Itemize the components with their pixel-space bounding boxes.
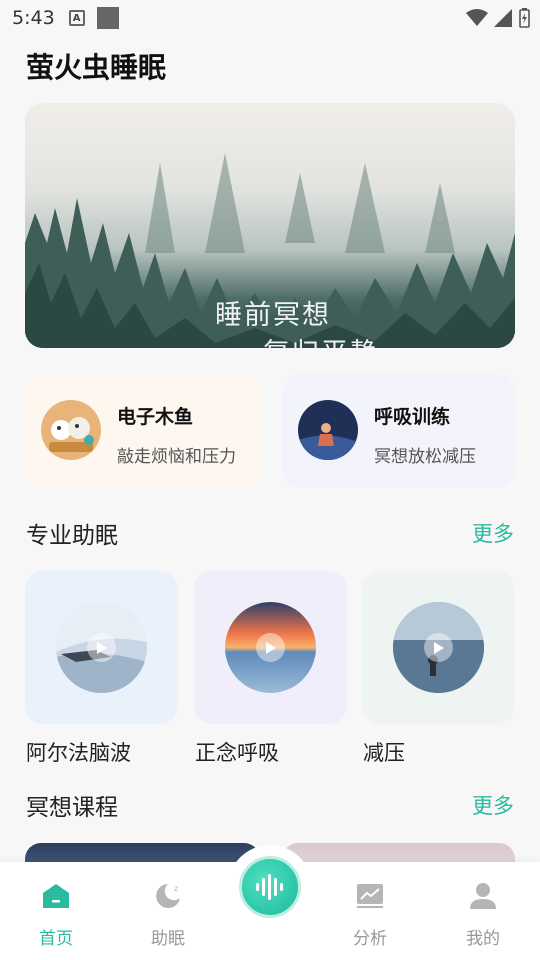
sleep-card-decompress[interactable] — [362, 571, 515, 724]
page-title: 萤火虫睡眠 — [26, 51, 167, 84]
moon-icon: z — [156, 884, 180, 908]
sleep-card-label: 阿尔法脑波 — [26, 741, 131, 765]
wooden-fish-image — [41, 400, 101, 460]
feature-subtitle: 敲走烦恼和压力 — [117, 447, 236, 467]
user-icon — [470, 883, 496, 909]
tab-sleep[interactable]: z 助眠 — [123, 862, 213, 960]
home-icon — [43, 884, 69, 908]
sound-wave-icon — [256, 874, 283, 900]
svg-text:z: z — [174, 884, 178, 893]
feature-card-wooden-fish[interactable]: 电子木鱼 敲走烦恼和压力 — [25, 374, 260, 488]
more-link-sleep[interactable]: 更多 — [472, 518, 514, 548]
feature-subtitle: 冥想放松减压 — [374, 447, 476, 467]
tab-label: 分析 — [353, 929, 387, 949]
sleep-card-label: 减压 — [363, 741, 405, 765]
cellular-signal-icon — [494, 9, 512, 27]
battery-icon — [519, 8, 530, 28]
wooden-fish-avatar — [41, 400, 101, 460]
more-link-course[interactable]: 更多 — [472, 790, 514, 820]
tab-mine[interactable]: 我的 — [438, 862, 528, 960]
notification-square-icon — [96, 7, 119, 29]
play-icon[interactable] — [87, 633, 116, 662]
center-play-button[interactable] — [228, 845, 312, 929]
sleep-card-label: 正念呼吸 — [195, 741, 279, 765]
tab-label: 助眠 — [151, 929, 185, 949]
banner-title-line1: 睡前冥想 — [215, 300, 331, 331]
center-button-inner — [239, 856, 301, 918]
status-bar: 5:43 A — [0, 0, 540, 36]
section-title-sleep: 专业助眠 — [26, 523, 118, 549]
feature-title: 呼吸训练 — [374, 406, 451, 428]
tab-analysis[interactable]: 分析 — [325, 862, 415, 960]
tab-home[interactable]: 首页 — [11, 862, 101, 960]
banner-meditation[interactable]: 睡前冥想 复归平静 — [25, 103, 515, 348]
play-icon[interactable] — [256, 633, 285, 662]
tab-label: 我的 — [466, 929, 500, 949]
keyboard-a-icon: A — [68, 10, 85, 26]
wifi-icon — [466, 9, 488, 26]
sleep-card-mindful-breathing[interactable] — [194, 571, 347, 724]
section-title-course: 冥想课程 — [26, 795, 118, 821]
feature-card-breathing[interactable]: 呼吸训练 冥想放松减压 — [282, 374, 515, 488]
breathing-avatar — [298, 400, 358, 460]
status-icons — [466, 8, 530, 28]
feature-title: 电子木鱼 — [117, 406, 194, 428]
status-time: 5:43 — [12, 7, 55, 29]
tab-label: 首页 — [39, 929, 73, 949]
banner-title-line2: 复归平静 — [263, 331, 379, 348]
sleep-card-alpha[interactable] — [25, 571, 178, 724]
chart-icon — [357, 884, 383, 908]
play-icon[interactable] — [424, 633, 453, 662]
breathing-image — [298, 400, 358, 460]
